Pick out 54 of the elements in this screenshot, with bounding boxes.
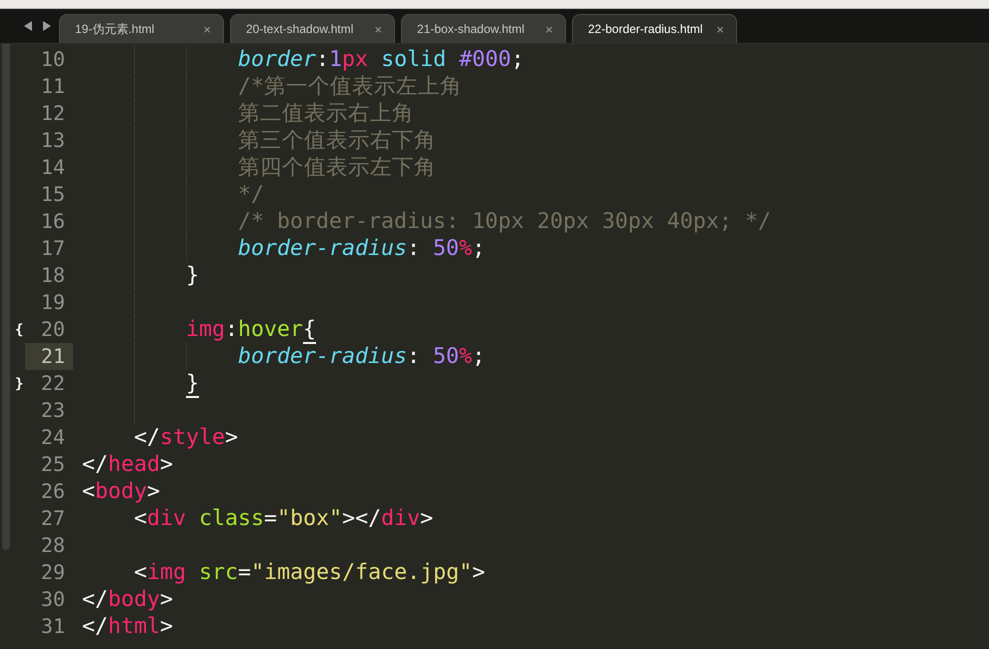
code-line: }	[185, 370, 200, 397]
line-number: 11	[40, 73, 66, 100]
code-line: <body>	[82, 478, 160, 505]
file-tab[interactable]: 21-box-shadow.html ×	[401, 14, 566, 43]
close-tab-button[interactable]: ×	[714, 22, 726, 36]
code-line: */	[237, 181, 264, 208]
code-line: border-radius: 50%;	[237, 343, 486, 370]
code-line: /* border-radius: 10px 20px 30px 40px; */	[237, 208, 772, 235]
line-number: 18	[40, 262, 66, 289]
line-number: 26	[40, 478, 66, 505]
line-number: 29	[40, 559, 66, 586]
file-tab[interactable]: 20-text-shadow.html ×	[230, 14, 395, 43]
code-line: </style>	[133, 424, 238, 451]
fold-marker[interactable]: {	[15, 322, 25, 338]
scrollbar[interactable]	[2, 44, 10, 550]
line-number: 30	[40, 586, 66, 613]
code-line: border:1px solid #000;	[237, 46, 524, 73]
code-line: /*第一个值表示左上角	[237, 73, 462, 100]
code-line: 第二值表示右上角	[237, 100, 414, 127]
line-number: 28	[40, 532, 66, 559]
line-number: 31	[40, 613, 66, 640]
fold-marker[interactable]: }	[15, 376, 25, 392]
line-number: 13	[40, 127, 66, 154]
line-number: 22	[40, 370, 66, 397]
line-number: 23	[40, 397, 66, 424]
code-line: <img src="images/face.jpg">	[133, 559, 486, 586]
line-number: 19	[40, 289, 66, 316]
left-arrow-icon[interactable]	[24, 21, 33, 31]
close-tab-button[interactable]: ×	[201, 22, 213, 36]
code-line: border-radius: 50%;	[237, 235, 486, 262]
line-number: 25	[40, 451, 66, 478]
close-tab-button[interactable]: ×	[543, 22, 555, 36]
line-number: 24	[40, 424, 66, 451]
code-line: </body>	[82, 586, 174, 613]
line-number: 15	[40, 181, 66, 208]
close-tab-button[interactable]: ×	[372, 22, 384, 36]
line-number: 20	[40, 316, 66, 343]
code-line: </html>	[82, 613, 174, 640]
code-line: }	[185, 262, 200, 289]
line-number: 14	[40, 154, 66, 181]
code-line: </head>	[82, 451, 174, 478]
code-line: img:hover{	[185, 316, 316, 343]
line-number: 27	[40, 505, 66, 532]
file-tab[interactable]: 19-伪元素.html ×	[59, 14, 224, 43]
current-line-number: 21	[25, 343, 73, 370]
line-number: 17	[40, 235, 66, 262]
line-number: 12	[40, 100, 66, 127]
code-line: 第三个值表示右下角	[237, 127, 436, 154]
line-number: 10	[40, 46, 66, 73]
line-number: 16	[40, 208, 66, 235]
file-tab[interactable]: 22-border-radius.html ×	[572, 14, 737, 43]
code-line: <div class="box"></div>	[133, 505, 434, 532]
code-line: 第四个值表示左下角	[237, 154, 436, 181]
right-arrow-icon[interactable]	[42, 21, 51, 31]
